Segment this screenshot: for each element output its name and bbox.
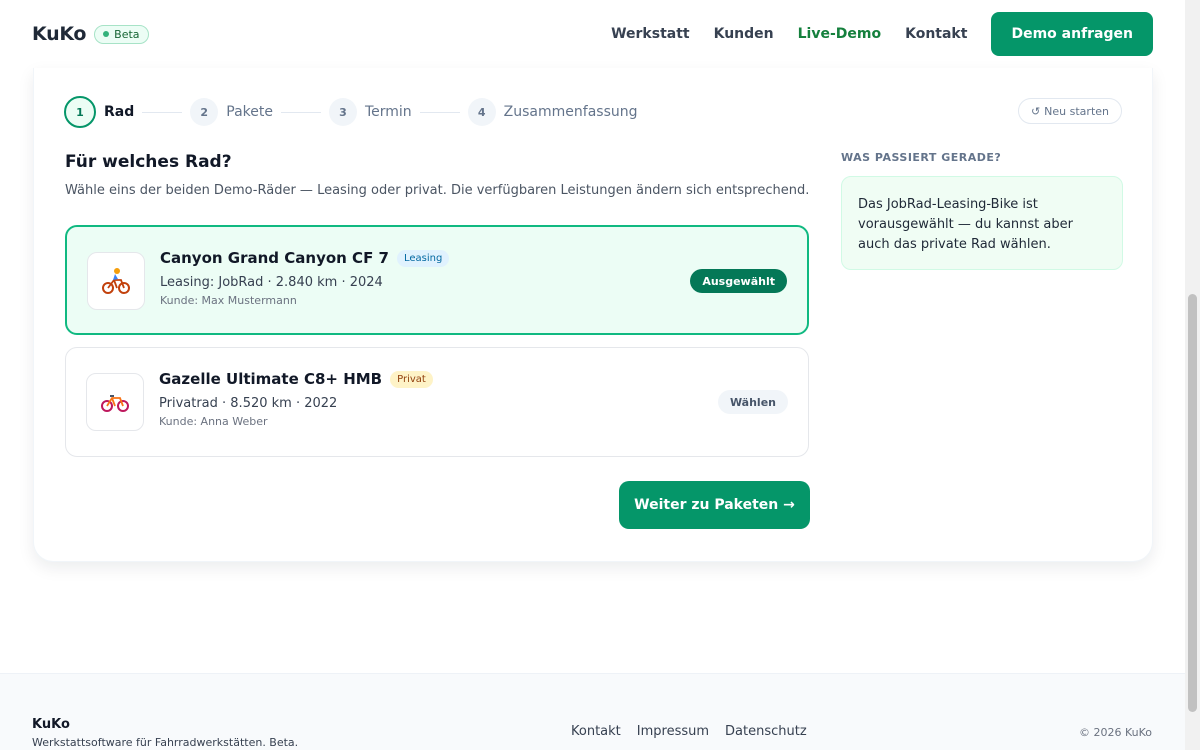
footer-link-datenschutz[interactable]: Datenschutz [725, 724, 807, 739]
step-number: 4 [467, 98, 496, 126]
step-zusammenfassung[interactable]: 4 Zusammenfassung [467, 98, 638, 126]
restart-label: Neu starten [1044, 104, 1109, 118]
step-termin[interactable]: 3 Termin [328, 98, 412, 126]
beta-badge: Beta [94, 24, 149, 44]
next-packages-button[interactable]: Weiter zu Paketen → [619, 481, 810, 529]
step-label: Zusammenfassung [503, 104, 638, 120]
step-pakete[interactable]: 2 Pakete [190, 98, 273, 126]
step-label: Termin [364, 104, 412, 120]
bike-name: Gazelle Ultimate C8+ HMB [159, 370, 383, 388]
step-rad[interactable]: 1 Rad [64, 96, 134, 128]
stepper: 1 Rad 2 Pakete 3 Termin 4 Zusammenfassun… [64, 96, 638, 128]
footer-brand: KuKo [32, 717, 70, 732]
footer-tagline: Werkstattsoftware für Fahrradwerkstätten… [32, 736, 299, 749]
step-number: 2 [190, 98, 219, 126]
selected-badge: Ausgewählt [690, 269, 787, 293]
booking-card: 1 Rad 2 Pakete 3 Termin 4 Zusammenfassun… [33, 68, 1153, 562]
footer: KuKo Werkstattsoftware für Fahrradwerkst… [0, 673, 1185, 750]
beta-dot-icon [103, 31, 110, 37]
info-box: Das JobRad-Leasing-Bike ist vorausgewähl… [841, 176, 1123, 270]
bike-meta: Leasing: JobRad · 2.840 km · 2024 [160, 275, 383, 290]
top-header: KuKo Beta Werkstatt Kunden Live-Demo Kon… [0, 0, 1185, 68]
scrollbar-thumb[interactable] [1188, 294, 1197, 712]
bike-info: Canyon Grand Canyon CF 7 Leasing Leasing… [160, 249, 450, 307]
step-connector [280, 111, 321, 113]
page-title: Für welches Rad? [65, 152, 232, 172]
privat-tag: Privat [390, 370, 433, 388]
step-label: Rad [104, 104, 135, 120]
bike-name: Canyon Grand Canyon CF 7 [160, 249, 389, 267]
step-number: 1 [64, 96, 96, 128]
brand-name: KuKo [32, 23, 87, 45]
choose-button[interactable]: Wählen [717, 390, 788, 414]
nav-live-demo[interactable]: Live-Demo [798, 26, 881, 42]
step-connector [419, 111, 460, 113]
page-scrollbar[interactable] [1185, 0, 1200, 750]
bicycle-icon [86, 373, 144, 431]
leasing-tag: Leasing [396, 249, 450, 267]
bike-customer: Kunde: Anna Weber [159, 415, 268, 428]
nav-kontakt[interactable]: Kontakt [905, 26, 967, 42]
bike-customer: Kunde: Max Mustermann [160, 294, 297, 307]
demo-request-button[interactable]: Demo anfragen [991, 12, 1153, 56]
side-title: WAS PASSIERT GERADE? [841, 151, 1002, 164]
restart-button[interactable]: ↺ Neu starten [1017, 98, 1122, 124]
footer-copyright: © 2026 KuKo [1078, 726, 1152, 739]
bike-option-canyon[interactable]: Canyon Grand Canyon CF 7 Leasing Leasing… [65, 225, 809, 335]
footer-link-impressum[interactable]: Impressum [637, 724, 709, 739]
nav-kunden[interactable]: Kunden [714, 26, 774, 42]
beta-label: Beta [114, 27, 140, 41]
cyclist-icon [87, 252, 145, 310]
nav-werkstatt[interactable]: Werkstatt [611, 26, 690, 42]
restart-icon: ↺ [1030, 104, 1041, 118]
brand[interactable]: KuKo Beta [32, 23, 149, 45]
bike-option-gazelle[interactable]: Gazelle Ultimate C8+ HMB Privat Privatra… [65, 347, 809, 457]
footer-link-kontakt[interactable]: Kontakt [571, 724, 621, 739]
bike-info: Gazelle Ultimate C8+ HMB Privat Privatra… [159, 370, 433, 428]
step-number: 3 [328, 98, 357, 126]
step-connector [142, 111, 183, 113]
page-description: Wähle eins der beiden Demo-Räder — Leasi… [65, 183, 810, 198]
bike-meta: Privatrad · 8.520 km · 2022 [159, 396, 338, 411]
footer-links: Kontakt Impressum Datenschutz [571, 724, 807, 739]
step-label: Pakete [226, 104, 273, 120]
main-nav: Werkstatt Kunden Live-Demo Kontakt Demo … [611, 12, 1153, 56]
